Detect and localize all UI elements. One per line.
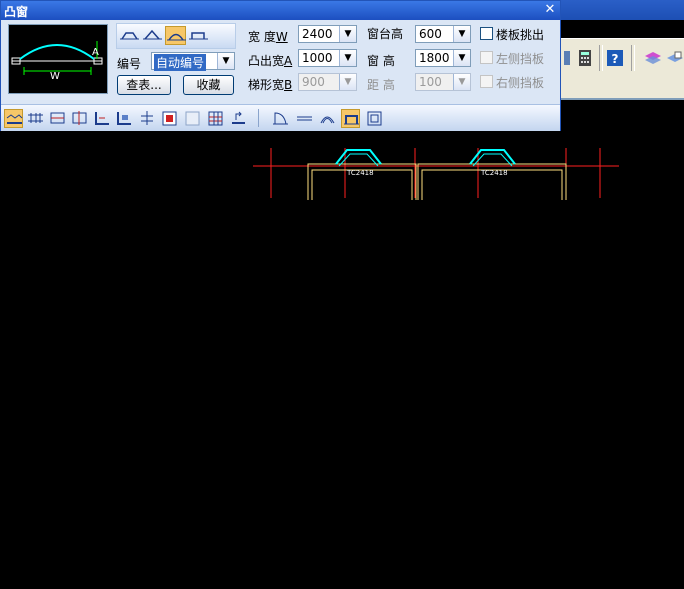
dialog-title: 凸窗 <box>4 5 29 19</box>
free-insert-icon[interactable] <box>4 109 23 128</box>
spacing-value: 100 <box>419 75 442 89</box>
spacing-combo: 100 ▼ <box>415 73 471 91</box>
insert-mode-toolbar <box>1 104 560 131</box>
arc-window-type-icon[interactable] <box>318 109 337 128</box>
axis-insert-icon[interactable] <box>48 109 67 128</box>
toolbar-separator <box>599 45 603 71</box>
bay-window-dialog: 凸窗 ✕ A W 编号 自动编号 ▼ 查表... 收藏 宽 度W 凸出宽A 梯形… <box>0 0 561 131</box>
layer-manager-icon[interactable] <box>665 48 684 68</box>
number-combo[interactable]: 自动编号 ▼ <box>151 52 235 71</box>
close-icon[interactable]: ✕ <box>543 3 557 17</box>
corner-insert-icon[interactable] <box>93 109 112 128</box>
plain-window-type-icon[interactable] <box>295 109 314 128</box>
rectangle-window-style-icon[interactable] <box>188 26 209 45</box>
app-divider <box>561 98 684 100</box>
chevron-down-icon: ▼ <box>339 74 356 90</box>
protrude-value: 1000 <box>302 51 333 65</box>
trapezoid-label: 梯形宽B <box>248 78 293 92</box>
window-height-label: 窗 高 <box>367 54 395 68</box>
chevron-down-icon[interactable]: ▼ <box>217 53 234 69</box>
bay-window-type-icon[interactable] <box>341 109 360 128</box>
number-label: 编号 <box>117 57 142 71</box>
toolbar-separator <box>258 109 259 127</box>
window-preview: A W <box>8 24 108 94</box>
left-baffle-checkbox <box>480 51 493 64</box>
lookup-button[interactable]: 查表... <box>117 75 171 95</box>
number-value: 自动编号 <box>154 54 207 71</box>
select-insert-icon[interactable] <box>160 109 179 128</box>
width-label: 宽 度W <box>248 30 288 44</box>
favorite-button[interactable]: 收藏 <box>183 75 234 95</box>
equal-insert-icon[interactable] <box>26 109 45 128</box>
door-window-type-icon[interactable] <box>271 109 290 128</box>
window-height-combo[interactable]: 1800 ▼ <box>415 49 471 67</box>
chevron-down-icon[interactable]: ▼ <box>453 26 470 42</box>
sill-height-combo[interactable]: 600 ▼ <box>415 25 471 43</box>
chevron-down-icon: ▼ <box>453 74 470 90</box>
trapezoid-value: 900 <box>302 75 325 89</box>
app-toolbar: ? <box>561 38 684 77</box>
spacing-label: 距 高 <box>367 78 395 92</box>
chevron-down-icon[interactable]: ▼ <box>453 50 470 66</box>
layers-stack-icon[interactable] <box>643 48 663 68</box>
right-baffle-checkbox <box>480 75 493 88</box>
protrude-combo[interactable]: 1000 ▼ <box>298 49 357 67</box>
wall-center-insert-icon[interactable] <box>70 109 89 128</box>
chevron-down-icon[interactable]: ▼ <box>339 26 356 42</box>
right-baffle-label: 右侧挡板 <box>496 76 545 90</box>
window-tag: TC2418 <box>480 169 508 177</box>
protrude-label: 凸出宽A <box>248 54 293 68</box>
triangle-window-style-icon[interactable] <box>142 26 163 45</box>
floor-slab-checkbox[interactable] <box>480 27 493 40</box>
trapezoid-window-style-icon[interactable] <box>119 26 140 45</box>
sill-height-value: 600 <box>419 27 442 41</box>
grid-insert-icon[interactable] <box>206 109 225 128</box>
window-tag: TC2418 <box>346 169 374 177</box>
width-combo[interactable]: 2400 ▼ <box>298 25 357 43</box>
full-wall-insert-icon[interactable] <box>183 109 202 128</box>
window-height-value: 1800 <box>419 51 450 65</box>
wall-end-insert-icon[interactable] <box>115 109 134 128</box>
cad-drawing: TC2418 TC2418 <box>253 148 619 200</box>
bay-window-group <box>335 149 516 165</box>
replace-insert-icon[interactable] <box>229 109 248 128</box>
dialog-title-bar[interactable]: 凸窗 ✕ <box>1 1 560 20</box>
sill-height-label: 窗台高 <box>367 27 404 41</box>
arc-window-style-icon[interactable] <box>165 26 186 45</box>
calculator-icon[interactable] <box>575 48 595 68</box>
opening-type-icon[interactable] <box>365 109 384 128</box>
axis-distance-insert-icon[interactable] <box>138 109 157 128</box>
toolbar-separator <box>631 45 635 71</box>
app-status-strip <box>561 76 684 98</box>
app-title-bar <box>561 0 684 20</box>
chevron-down-icon[interactable]: ▼ <box>339 50 356 66</box>
svg-text:?: ? <box>612 52 619 66</box>
width-value: 2400 <box>302 27 333 41</box>
preview-label-a: A <box>92 47 99 58</box>
help-icon[interactable]: ? <box>605 48 625 68</box>
left-baffle-label: 左侧挡板 <box>496 52 545 66</box>
floor-slab-label: 楼板挑出 <box>496 28 545 42</box>
window-style-bar <box>116 23 236 49</box>
trapezoid-combo: 900 ▼ <box>298 73 357 91</box>
preview-label-w: W <box>50 71 60 82</box>
